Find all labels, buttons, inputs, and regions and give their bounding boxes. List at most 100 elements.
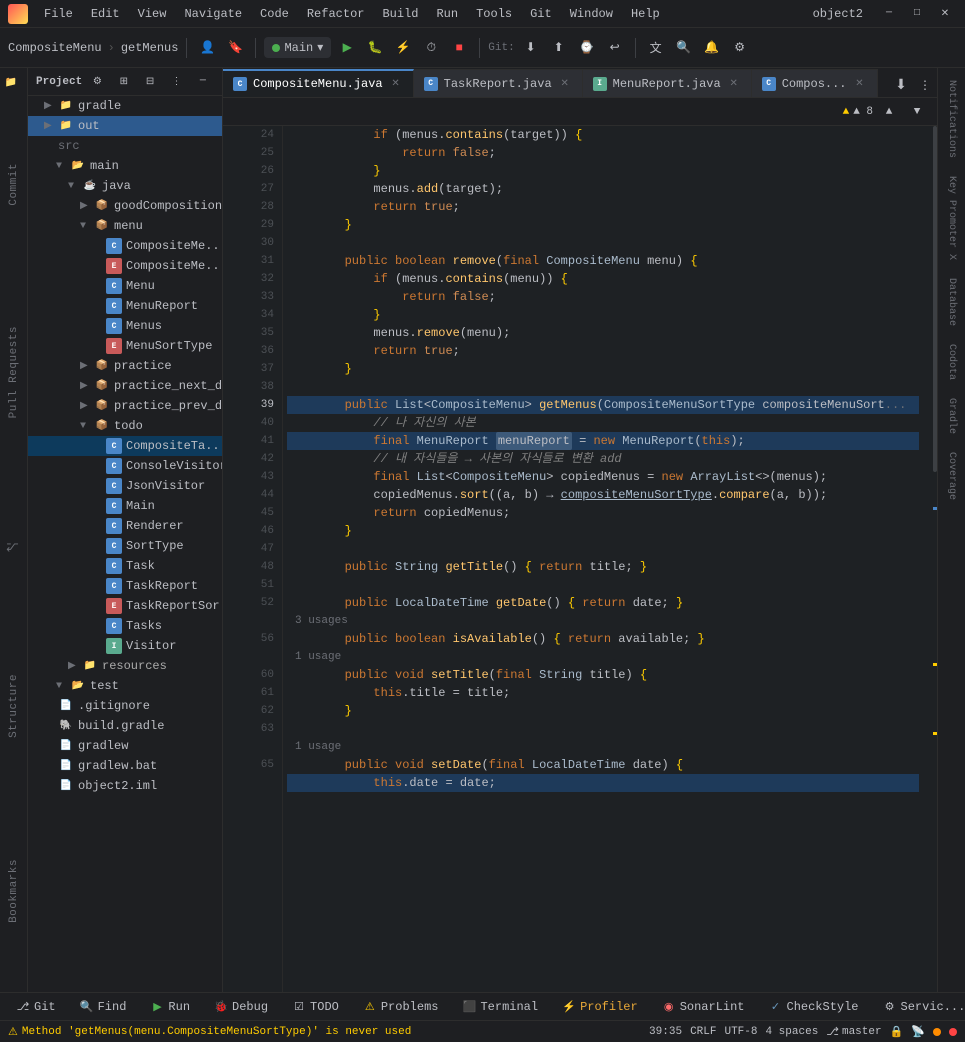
status-indent[interactable]: 4 spaces xyxy=(765,1026,818,1038)
codota-label[interactable]: Codota xyxy=(946,336,957,388)
tree-item-out[interactable]: ▶ 📁 out xyxy=(28,116,222,136)
tree-item-SortType[interactable]: C SortType xyxy=(28,536,222,556)
bottom-tab-servic[interactable]: ⚙ Servic... xyxy=(875,993,965,1021)
structure-label[interactable]: Structure xyxy=(8,668,20,744)
git-side-label[interactable]: ⎇ xyxy=(7,534,20,560)
menu-tools[interactable]: Tools xyxy=(468,5,520,23)
tree-item-MenuSortType[interactable]: E MenuSortType xyxy=(28,336,222,356)
commit-label[interactable]: Commit xyxy=(8,157,20,212)
person-btn[interactable]: 👤 xyxy=(195,36,219,60)
menu-edit[interactable]: Edit xyxy=(83,5,128,23)
tree-item-ConsoleVisitor[interactable]: C ConsoleVisitor xyxy=(28,456,222,476)
code-content[interactable]: if (menus.contains(target)) { return fal… xyxy=(283,126,923,992)
maximize-btn[interactable]: □ xyxy=(905,2,929,26)
menu-view[interactable]: View xyxy=(130,5,175,23)
tree-item-Visitor[interactable]: I Visitor xyxy=(28,636,222,656)
menu-refactor[interactable]: Refactor xyxy=(299,5,373,23)
tab-close-compos[interactable]: ✕ xyxy=(853,77,867,91)
run-btn[interactable]: ▶ xyxy=(335,36,359,60)
tree-item-Task[interactable]: C Task xyxy=(28,556,222,576)
git-update-btn[interactable]: ⬇ xyxy=(519,36,543,60)
key-promoter-label[interactable]: Key Promoter X xyxy=(946,168,957,268)
tab-menuReport[interactable]: I MenuReport.java ✕ xyxy=(583,69,752,97)
breadcrumb-getmenus[interactable]: getMenus xyxy=(121,41,179,55)
tab-close-compositeMenu[interactable]: ✕ xyxy=(389,77,403,91)
profile-btn[interactable]: ⏱ xyxy=(419,36,443,60)
tree-item-test[interactable]: ▼ 📂 test xyxy=(28,676,222,696)
tree-item-Menu[interactable]: C Menu xyxy=(28,276,222,296)
tab-compositeMenu[interactable]: C CompositeMenu.java ✕ xyxy=(223,69,414,97)
tree-item-practice-prev[interactable]: ▶ 📦 practice_prev_de... xyxy=(28,396,222,416)
next-warning-btn[interactable]: ▼ xyxy=(905,100,929,124)
database-label[interactable]: Database xyxy=(946,270,957,334)
tab-close-menuReport[interactable]: ✕ xyxy=(727,77,741,91)
breadcrumb-composite[interactable]: CompositeMenu xyxy=(8,41,102,55)
pull-requests-label[interactable]: Pull Requests xyxy=(8,320,20,424)
debug-btn[interactable]: 🐛 xyxy=(363,36,387,60)
bottom-tab-checkStyle[interactable]: ✓ CheckStyle xyxy=(761,993,867,1021)
status-encoding[interactable]: UTF-8 xyxy=(724,1026,757,1038)
tree-item-MenuReport[interactable]: C MenuReport xyxy=(28,296,222,316)
minimize-btn[interactable]: ─ xyxy=(877,2,901,26)
tree-item-java[interactable]: ▼ ☕ java xyxy=(28,176,222,196)
menu-help[interactable]: Help xyxy=(623,5,668,23)
tree-item-Renderer[interactable]: C Renderer xyxy=(28,516,222,536)
tree-item-JsonVisitor[interactable]: C JsonVisitor xyxy=(28,476,222,496)
tree-gear-icon[interactable]: ⚙ xyxy=(86,70,108,94)
tree-item-gradlew-bat[interactable]: 📄 gradlew.bat xyxy=(28,756,222,776)
bottom-tab-sonarLint[interactable]: ◉ SonarLint xyxy=(654,993,753,1021)
status-line-sep[interactable]: CRLF xyxy=(690,1026,716,1038)
menu-file[interactable]: File xyxy=(36,5,81,23)
search-btn[interactable]: 🔍 xyxy=(672,36,696,60)
bottom-tab-run[interactable]: ▶ Run xyxy=(142,993,198,1021)
menu-navigate[interactable]: Navigate xyxy=(176,5,250,23)
tab-compos[interactable]: C Compos... ✕ xyxy=(752,69,878,97)
prev-warning-btn[interactable]: ▲ xyxy=(877,100,901,124)
coverage-label[interactable]: Coverage xyxy=(946,444,957,508)
tree-item-gradlew[interactable]: 📄 gradlew xyxy=(28,736,222,756)
tree-item-object2-iml[interactable]: 📄 object2.iml xyxy=(28,776,222,796)
tree-dots-icon[interactable]: ⋮ xyxy=(165,70,187,94)
bookmarks-label[interactable]: Bookmarks xyxy=(8,853,20,929)
stop-btn[interactable]: ■ xyxy=(447,36,471,60)
menu-run[interactable]: Run xyxy=(428,5,466,23)
project-tree-content[interactable]: ▶ 📁 gradle ▶ 📁 out src ▼ 📂 main ▼ ☕ xyxy=(28,96,222,992)
coverage-btn[interactable]: ⚡ xyxy=(391,36,415,60)
tab-dots-btn[interactable]: ⋮ xyxy=(913,73,937,97)
close-btn[interactable]: ✕ xyxy=(933,2,957,26)
project-panel-icon[interactable]: 📁 xyxy=(0,72,22,94)
bookmark-btn[interactable]: 🔖 xyxy=(223,36,247,60)
tree-collapse-icon[interactable]: ⊟ xyxy=(139,70,161,94)
git-push-btn[interactable]: ⬆ xyxy=(547,36,571,60)
tree-item-practice-next[interactable]: ▶ 📦 practice_next_de... xyxy=(28,376,222,396)
tree-item-gradle[interactable]: ▶ 📁 gradle xyxy=(28,96,222,116)
menu-code[interactable]: Code xyxy=(252,5,297,23)
bottom-tab-terminal[interactable]: ⬛ Terminal xyxy=(454,993,546,1021)
tree-item-CompositeMenu1[interactable]: C CompositeMe... xyxy=(28,236,222,256)
tab-close-taskReport[interactable]: ✕ xyxy=(558,77,572,91)
bottom-tab-find[interactable]: 🔍 Find xyxy=(72,993,135,1021)
scroll-left-btn[interactable]: ⬇ xyxy=(889,73,913,97)
menu-git[interactable]: Git xyxy=(522,5,560,23)
bottom-tab-debug[interactable]: 🐞 Debug xyxy=(206,993,276,1021)
tab-taskReport[interactable]: C TaskReport.java ✕ xyxy=(414,69,583,97)
settings-btn[interactable]: ⚙ xyxy=(728,36,752,60)
notification-btn[interactable]: 🔔 xyxy=(700,36,724,60)
menu-build[interactable]: Build xyxy=(374,5,426,23)
tree-close-icon[interactable]: ─ xyxy=(192,70,214,94)
git-history-btn[interactable]: ⌚ xyxy=(575,36,599,60)
tree-item-todo[interactable]: ▼ 📦 todo xyxy=(28,416,222,436)
gradle-label[interactable]: Gradle xyxy=(946,390,957,442)
tree-item-Tasks[interactable]: C Tasks xyxy=(28,616,222,636)
run-config[interactable]: Main ▾ xyxy=(264,37,331,58)
tree-item-Main[interactable]: C Main xyxy=(28,496,222,516)
bottom-tab-problems[interactable]: ⚠ Problems xyxy=(355,993,447,1021)
tree-expand-icon[interactable]: ⊞ xyxy=(113,70,135,94)
tree-item-CompositeTask[interactable]: C CompositeTa... xyxy=(28,436,222,456)
bottom-tab-profiler[interactable]: ⚡ Profiler xyxy=(554,993,646,1021)
status-position[interactable]: 39:35 xyxy=(649,1026,682,1038)
status-git[interactable]: ⎇ master xyxy=(826,1025,881,1039)
tree-item-menu[interactable]: ▼ 📦 menu xyxy=(28,216,222,236)
tree-item-resources[interactable]: ▶ 📁 resources xyxy=(28,656,222,676)
translate-btn[interactable]: 文 xyxy=(644,36,668,60)
